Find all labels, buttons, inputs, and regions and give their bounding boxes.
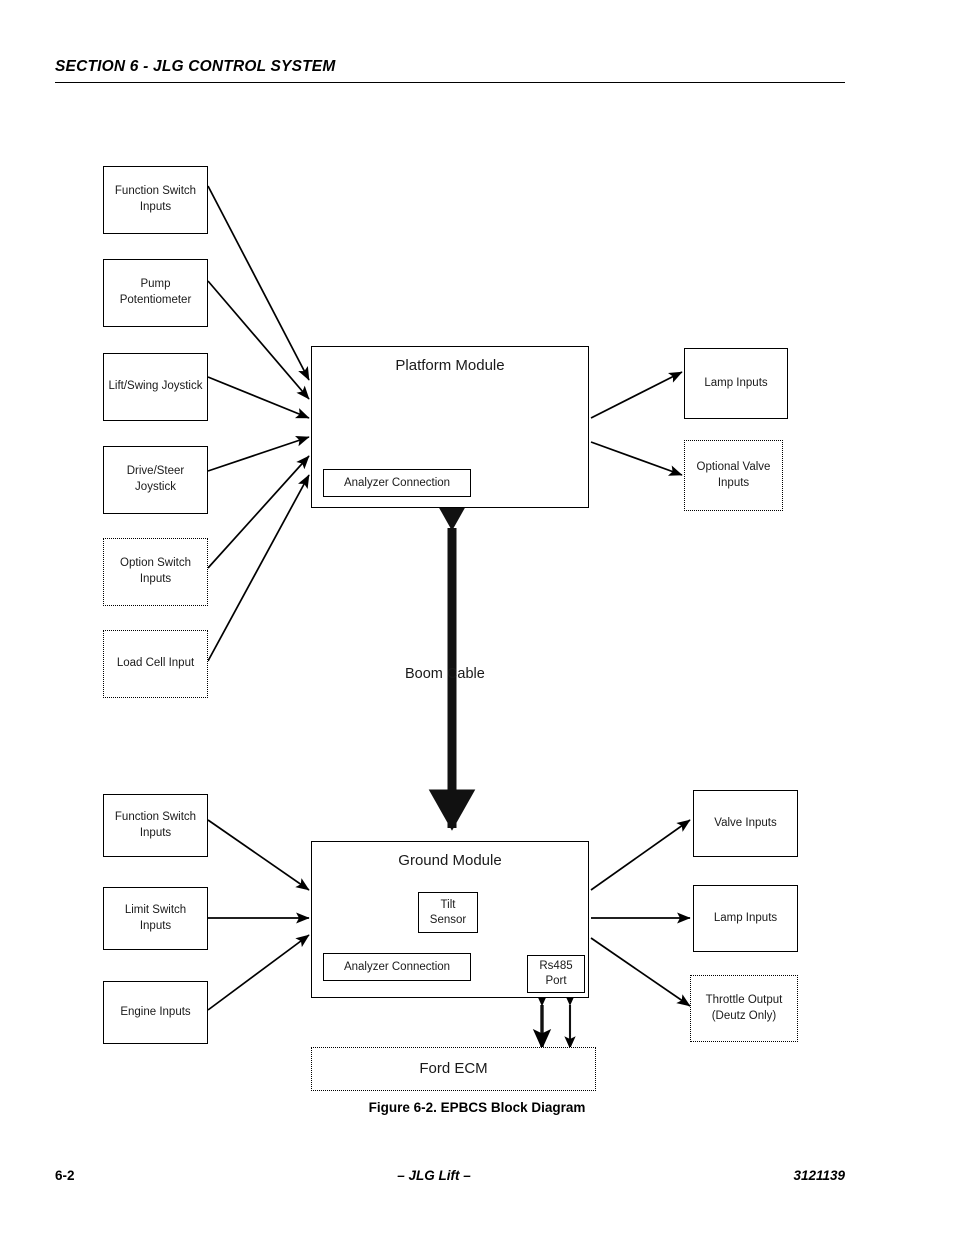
block-ford-ecm[interactable]: Ford ECM (311, 1047, 596, 1091)
block-load-cell-input[interactable]: Load Cell Input (103, 630, 208, 698)
block-label: Load Cell Input (116, 657, 195, 670)
block-label: Valve Inputs (714, 816, 777, 829)
figure-caption: Figure 6-2. EPBCS Block Diagram (368, 1100, 586, 1115)
block-label: Drive/Steer Joystick (126, 465, 185, 493)
block-label: Analyzer Connection (343, 476, 451, 489)
ground-analyzer-connection[interactable]: Analyzer Connection (323, 953, 471, 981)
boom-cable-label: Boom Cable (405, 666, 485, 682)
block-pump-potentiometer[interactable]: Pump Potentiometer (103, 259, 208, 327)
block-label: Pump Potentiometer (119, 278, 192, 306)
block-label: Analyzer Connection (343, 960, 451, 973)
block-label: Function Switch Inputs (114, 810, 197, 839)
block-label: Throttle Output (Deutz Only) (705, 993, 783, 1022)
block-drive-steer-joystick[interactable]: Drive/Steer Joystick (103, 446, 208, 514)
platform-module[interactable]: Platform Module Analyzer Connection (311, 346, 589, 508)
block-lamp-inputs-platform[interactable]: Lamp Inputs (684, 348, 788, 419)
block-optional-valve-inputs[interactable]: Optional Valve Inputs (684, 440, 783, 511)
block-label: Limit Switch Inputs (124, 903, 187, 932)
footer-center-text: – JLG Lift – (397, 1168, 471, 1183)
block-label: Lamp Inputs (713, 911, 778, 924)
block-lamp-inputs-ground[interactable]: Lamp Inputs (693, 885, 798, 952)
block-label: Tilt Sensor (429, 898, 467, 926)
block-function-switch-inputs-platform[interactable]: Function Switch Inputs (103, 166, 208, 234)
block-label: Lamp Inputs (704, 376, 768, 389)
footer-page-number: 6-2 (55, 1168, 75, 1183)
epbcs-block-diagram: Function Switch Inputs Pump Potentiometer … (0, 0, 954, 1140)
tilt-sensor[interactable]: Tilt Sensor (418, 892, 478, 933)
block-valve-inputs[interactable]: Valve Inputs (693, 790, 798, 857)
block-label: Function Switch Inputs (114, 185, 197, 213)
block-limit-switch-inputs[interactable]: Limit Switch Inputs (103, 887, 208, 950)
block-label: Optional Valve Inputs (696, 460, 771, 489)
block-label: Lift/Swing Joystick (108, 380, 203, 393)
page-footer: 6-2 – JLG Lift – 3121139 (55, 1168, 845, 1183)
block-engine-inputs[interactable]: Engine Inputs (103, 981, 208, 1044)
block-function-switch-inputs-ground[interactable]: Function Switch Inputs (103, 794, 208, 857)
block-lift-swing-joystick[interactable]: Lift/Swing Joystick (103, 353, 208, 421)
block-throttle-output[interactable]: Throttle Output (Deutz Only) (690, 975, 798, 1042)
footer-document-number: 3121139 (793, 1168, 845, 1183)
block-label: Engine Inputs (120, 1005, 191, 1018)
ground-module-title: Ground Module (398, 852, 502, 869)
ground-module[interactable]: Ground Module Tilt Sensor Analyzer Connec… (311, 841, 589, 998)
block-label: Option Switch Inputs (120, 557, 191, 585)
platform-module-title: Platform Module (395, 357, 505, 374)
block-label: Rs485 Port (539, 960, 573, 987)
block-label: Ford ECM (419, 1059, 488, 1077)
rs485-port[interactable]: Rs485 Port (527, 955, 585, 993)
block-option-switch-inputs[interactable]: Option Switch Inputs (103, 538, 208, 606)
platform-analyzer-connection[interactable]: Analyzer Connection (323, 469, 471, 497)
